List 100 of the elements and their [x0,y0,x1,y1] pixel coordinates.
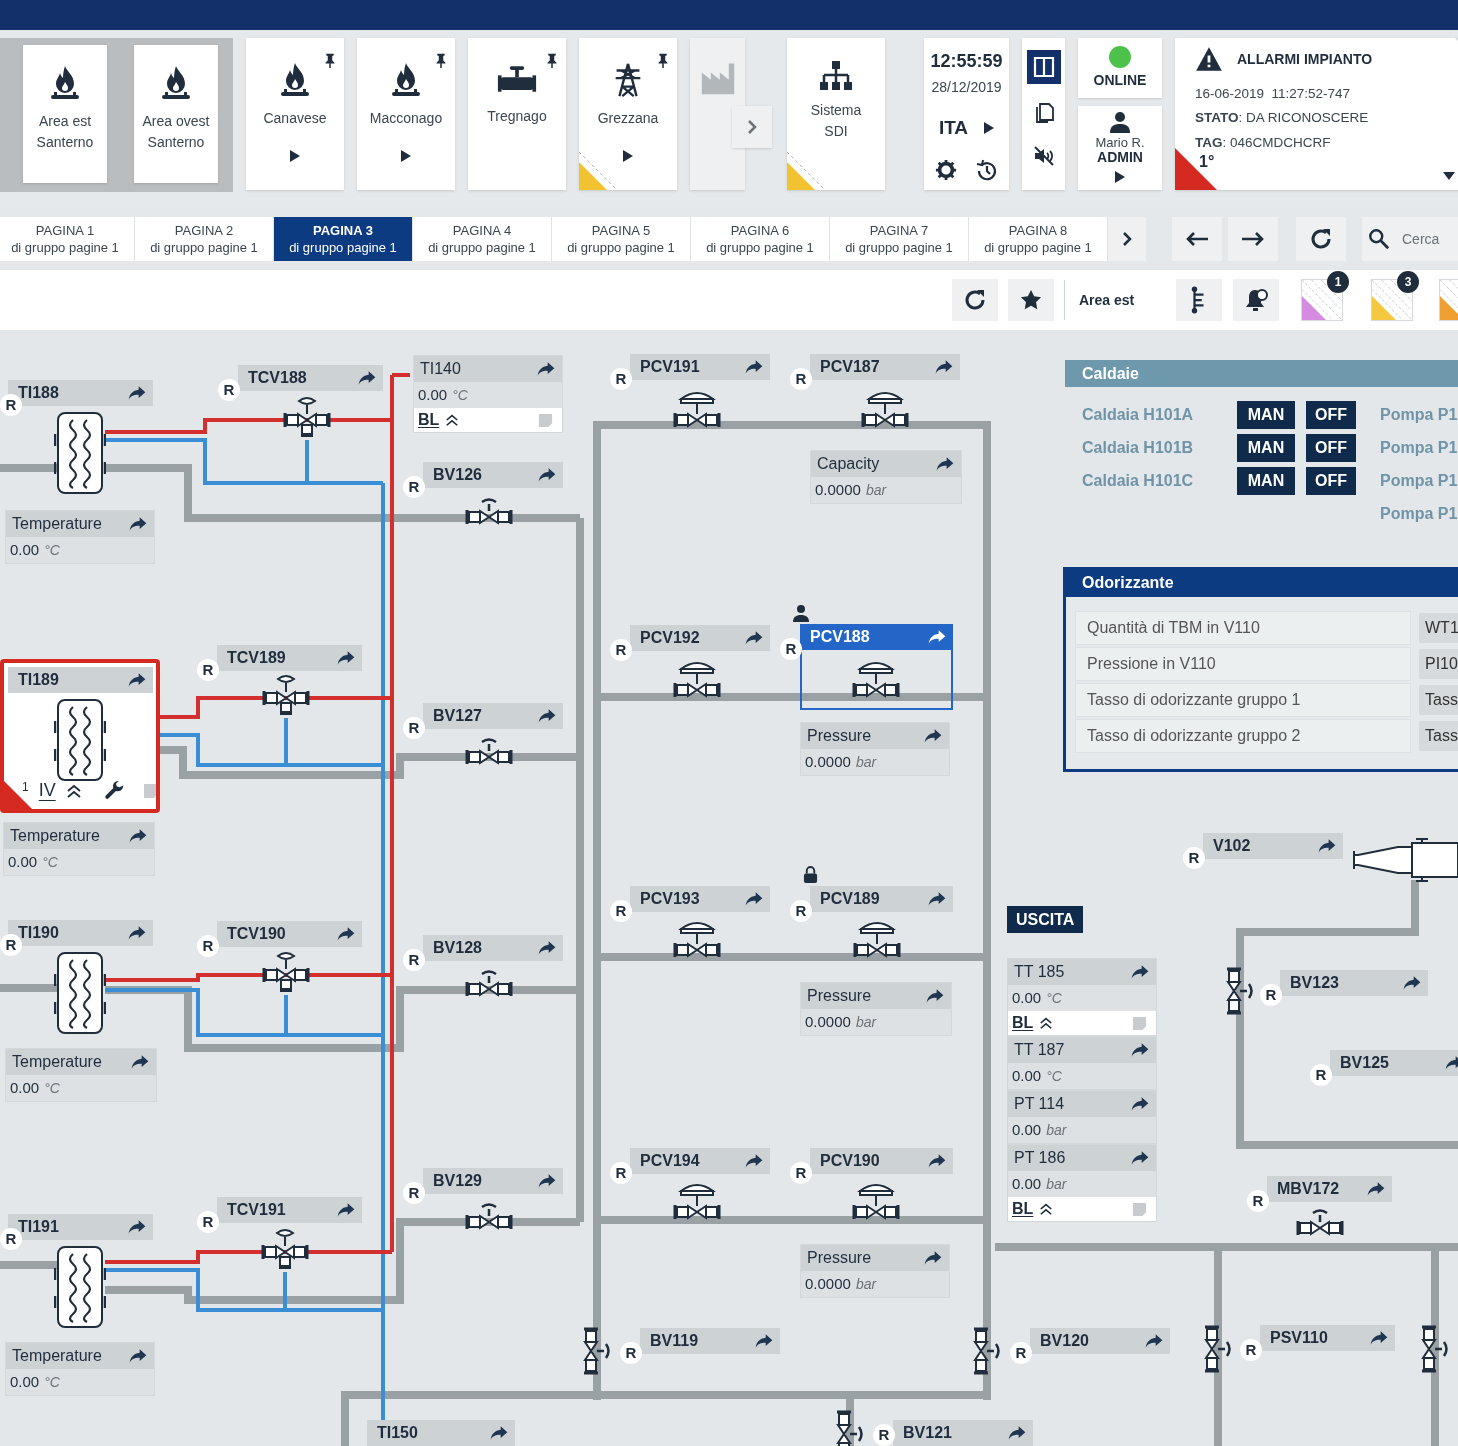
tag-band[interactable]: PCV187 [810,354,960,380]
tag-band[interactable]: TI189 [8,667,153,693]
state-chip[interactable]: OFF [1306,467,1356,495]
tag-band[interactable]: TI150 [367,1420,515,1446]
page-tab[interactable]: PAGINA 6 di gruppo pagine 1 [691,217,830,261]
play-icon[interactable] [401,150,411,162]
site-card[interactable]: Canavese [246,38,344,190]
pin-icon[interactable] [435,52,447,69]
pin-icon[interactable] [546,52,558,69]
page-tab[interactable]: PAGINA 7 di gruppo pagine 1 [830,217,969,261]
state-chip[interactable]: OFF [1306,434,1356,462]
site-card[interactable]: Grezzana [579,38,677,190]
reading-panel[interactable]: Temperature 0.00 °C [3,822,155,876]
reading-panel[interactable]: PT 114 0.00 bar [1007,1090,1157,1144]
reading-panel[interactable]: TT 185 0.00 °C BL [1007,958,1157,1036]
site-card[interactable]: Macconago [357,38,455,190]
site-card[interactable]: Tregnago [468,38,566,190]
parameter-label: Quantità di TBM in V110 [1075,611,1411,645]
reading-label: TI140 [420,359,461,379]
tag-band[interactable]: V102 [1203,833,1343,859]
play-icon[interactable] [623,150,633,162]
dropdown-caret-icon[interactable] [1443,172,1455,180]
caret-icon[interactable] [1115,171,1125,183]
refresh-button[interactable] [952,279,998,321]
reading-panel[interactable]: PT 186 0.00 bar BL [1007,1144,1157,1222]
pin-icon[interactable] [657,52,669,69]
page-tab[interactable]: PAGINA 8 di gruppo pagine 1 [969,217,1108,261]
view-button[interactable] [1026,50,1061,84]
reading-panel[interactable]: Temperature 0.00 °C [5,510,155,564]
reading-unit: bar [855,752,877,772]
site-card[interactable]: Area ovest Santerno [134,45,218,183]
remote-marker: R [610,639,632,661]
boiler-name: Caldaia H101C [1081,471,1195,491]
forward-button[interactable] [1228,217,1278,261]
settings-icon[interactable] [934,158,957,181]
back-button[interactable] [1172,217,1222,261]
tag-band[interactable]: BV121 [893,1420,1033,1446]
tag-band[interactable]: PCV188 [800,624,953,650]
page-tab[interactable]: PAGINA 2 di gruppo pagine 1 [135,217,274,261]
heat-exchanger-symbol[interactable] [54,699,106,781]
tag-band[interactable]: PSV110 [1260,1325,1395,1351]
reading-panel[interactable]: Pressure 0.0000 bar [800,722,950,776]
tag-band[interactable]: BV126 [423,462,563,488]
next-tabs-button[interactable] [1108,217,1146,261]
state-chip[interactable]: OFF [1306,401,1356,429]
tag-band[interactable]: BV120 [1030,1328,1170,1354]
next-button[interactable] [732,106,772,148]
page-tab[interactable]: PAGINA 1 di gruppo pagine 1 [0,217,135,261]
alarm-filter-button[interactable] [1371,279,1413,321]
tag-label: BV120 [1040,1331,1089,1351]
site-card[interactable]: Sistema SDI [787,38,885,190]
tag-band[interactable]: BV129 [423,1168,563,1194]
tag-band[interactable]: TCV188 [238,365,383,391]
mode-chip[interactable]: MAN [1237,401,1295,429]
alarm-settings-button[interactable] [1233,279,1279,321]
search-field[interactable]: Cerca [1362,217,1458,261]
tag-band[interactable]: BV119 [640,1328,780,1354]
warning-icon [1195,46,1223,72]
tag-band[interactable]: BV127 [423,703,563,729]
parameter-label: Tasso di odorizzante gruppo 1 [1075,683,1411,717]
history-icon[interactable] [974,158,999,183]
reading-panel[interactable]: Temperature 0.00 °C [5,1048,157,1102]
page-tab[interactable]: PAGINA 5 di gruppo pagine 1 [552,217,691,261]
heat-exchanger-symbol[interactable] [54,412,106,494]
tag-band[interactable]: MBV172 [1267,1176,1392,1202]
user-button[interactable]: Mario R. ADMIN [1078,106,1162,190]
tag-band[interactable]: PCV189 [810,886,953,912]
wrench-icon[interactable] [103,779,126,802]
tag-band[interactable]: PCV193 [630,886,770,912]
tag-band[interactable]: PCV194 [630,1148,770,1174]
caret-icon[interactable] [984,122,995,135]
alarm-filter-button[interactable] [1301,279,1343,321]
tree-view-button[interactable] [1176,279,1222,321]
reading-panel[interactable]: Pressure 0.0000 bar [800,1244,950,1298]
language-button[interactable]: ITA [938,114,995,143]
play-icon[interactable] [290,150,300,162]
reading-panel[interactable]: Capacity 0.0000 bar [810,450,962,504]
site-card[interactable]: Area est Santerno [23,45,107,183]
tag-band[interactable]: PCV190 [810,1148,953,1174]
reading-panel[interactable]: TI140 0.00 °C BL [413,355,563,433]
tag-band[interactable]: PCV192 [630,625,770,651]
tag-band[interactable]: TCV191 [217,1197,362,1223]
tag-band[interactable]: TCV189 [217,645,362,671]
tag-band[interactable]: TCV190 [217,921,362,947]
tag-band[interactable]: BV123 [1280,970,1428,996]
reading-panel[interactable]: TT 187 0.00 °C [1007,1036,1157,1090]
reading-panel[interactable]: Pressure 0.0000 bar [800,982,952,1036]
favorite-button[interactable] [1008,279,1054,321]
tag-band[interactable]: PCV191 [630,354,770,380]
mode-chip[interactable]: MAN [1237,467,1295,495]
heat-exchanger-symbol[interactable] [54,952,106,1034]
page-tab[interactable]: PAGINA 3 di gruppo pagine 1 [274,217,413,261]
mode-chip[interactable]: MAN [1237,434,1295,462]
tag-band[interactable]: BV125 [1330,1050,1458,1076]
tag-band[interactable]: BV128 [423,935,563,961]
pin-icon[interactable] [324,52,336,69]
reading-panel[interactable]: Temperature 0.00 °C [5,1342,155,1396]
heat-exchanger-symbol[interactable] [54,1246,106,1328]
page-tab[interactable]: PAGINA 4 di gruppo pagine 1 [413,217,552,261]
refresh-button[interactable] [1296,217,1346,261]
